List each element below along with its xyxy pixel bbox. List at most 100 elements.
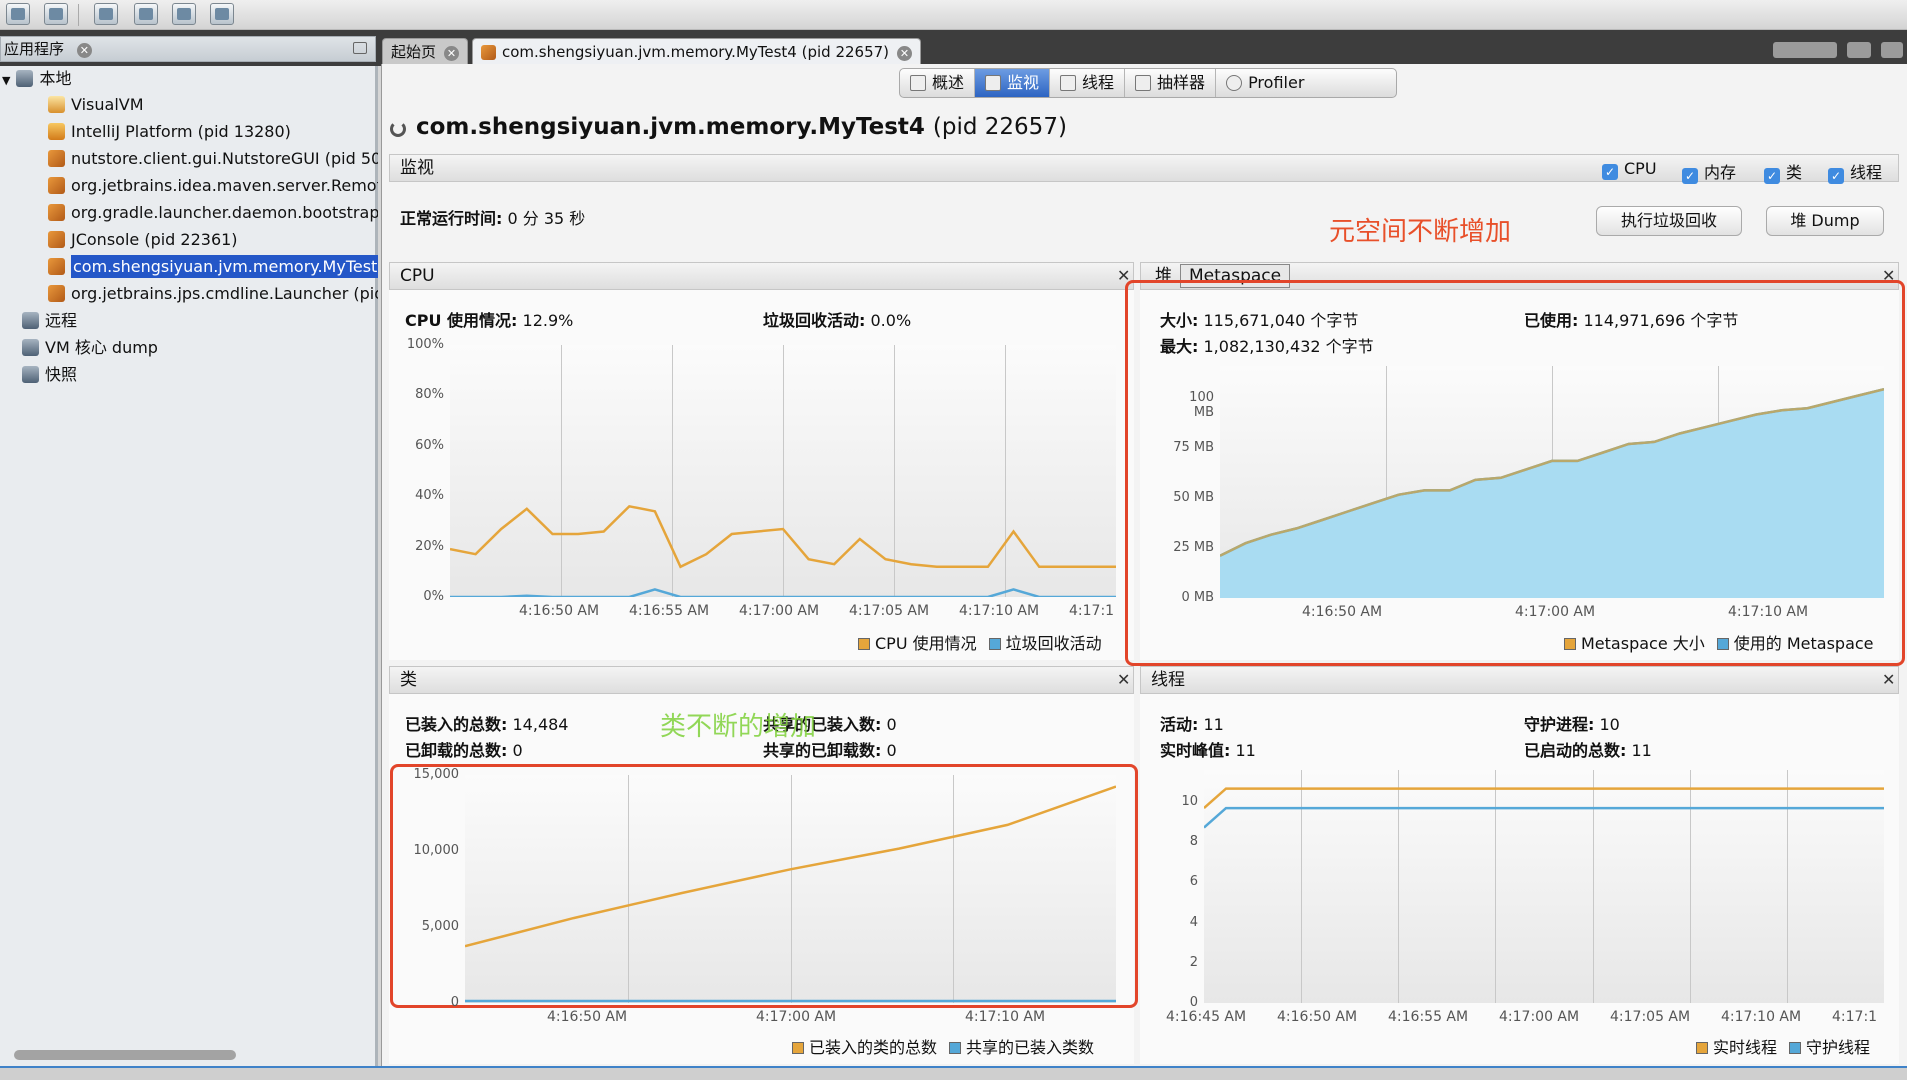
tree-label-selected: com.shengsiyuan.jvm.memory.MyTest4: [71, 255, 378, 278]
y-tick-label: 20%: [415, 538, 444, 554]
subtab-threads[interactable]: 线程: [1050, 69, 1126, 97]
maximize-window-icon[interactable]: [1881, 42, 1903, 58]
tab-list-dropdown[interactable]: [1847, 42, 1871, 58]
subtab-monitor[interactable]: 监视: [975, 69, 1051, 97]
check-icon: ✓: [1602, 164, 1618, 180]
minimize-panel-icon[interactable]: [353, 42, 367, 54]
tab-mytest4[interactable]: com.shengsiyuan.jvm.memory.MyTest4 (pid …: [472, 38, 922, 64]
y-tick-label: 10,000: [413, 843, 460, 858]
open-file-icon[interactable]: [6, 3, 30, 25]
legend-label: 守护线程: [1806, 1038, 1871, 1057]
java-cup-icon: [48, 231, 65, 248]
tree-node-jps-launcher[interactable]: org.jetbrains.jps.cmdline.Launcher (pid: [48, 281, 378, 306]
y-tick-label: 0%: [423, 589, 444, 604]
view-subtabs: 概述 监视 线程 抽样器 Profiler: [899, 68, 1397, 98]
snapshot-icon: [22, 366, 39, 383]
subtab-label: 监视: [1007, 73, 1040, 92]
legend-swatch: [792, 1042, 804, 1054]
uptime-value: 0 分 35 秒: [507, 209, 586, 228]
tree-label: nutstore.client.gui.NutstoreGUI (pid 509: [71, 149, 378, 168]
checkbox-label: 线程: [1850, 163, 1883, 182]
tree-node-intellij[interactable]: IntelliJ Platform (pid 13280): [48, 119, 291, 144]
x-tick-label: 4:17:10 AM: [1721, 1009, 1802, 1025]
close-tab-icon[interactable]: ✕: [444, 46, 460, 61]
y-tick-label: 8: [1189, 834, 1198, 850]
java-cup-icon: [48, 204, 65, 221]
tree-label: org.jetbrains.idea.maven.server.Remot: [71, 176, 378, 195]
close-panel-icon[interactable]: ✕: [76, 43, 92, 58]
perform-gc-button[interactable]: 执行垃圾回收: [1596, 206, 1742, 236]
close-threads-panel-icon[interactable]: ✕: [1882, 670, 1895, 689]
classes-legend: 已装入的类的总数 共享的已装入类数: [780, 1034, 1094, 1058]
tab-scroll-arrows[interactable]: [1773, 42, 1837, 58]
annotation-metaspace: 元空间不断增加: [1329, 217, 1512, 247]
legend-swatch: [1789, 1042, 1802, 1054]
shared-loaded-value: 0: [886, 715, 897, 734]
subtab-overview[interactable]: 概述: [900, 69, 976, 97]
close-classes-panel-icon[interactable]: ✕: [1117, 670, 1130, 689]
x-tick-label: 4:16:50 AM: [519, 603, 600, 619]
threads-icon: [1060, 75, 1077, 91]
tree-node-maven-server[interactable]: org.jetbrains.idea.maven.server.Remot: [48, 173, 378, 198]
started-label: 已启动的总数:: [1524, 741, 1627, 760]
add-remote-host-icon[interactable]: [134, 3, 158, 25]
tab-label: com.shengsiyuan.jvm.memory.MyTest4 (pid …: [502, 43, 890, 61]
tree-label: 快照: [45, 365, 78, 384]
tree-node-jconsole[interactable]: JConsole (pid 22361): [48, 227, 238, 252]
legend-label: CPU 使用情况: [875, 634, 977, 653]
check-icon: ✓: [1764, 168, 1780, 184]
x-tick-label: 4:17:10 AM: [965, 1009, 1046, 1025]
add-snapshot-icon[interactable]: [210, 3, 234, 25]
tree-horizontal-scrollbar[interactable]: [14, 1050, 236, 1060]
gc-activity-value: 0.0%: [870, 311, 912, 330]
tab-start-page[interactable]: 起始页 ✕: [382, 38, 469, 64]
series-line-daemon-threads: [1204, 806, 1884, 829]
tree-node-snapshots[interactable]: 快照: [22, 362, 77, 387]
tree-label: 远程: [45, 311, 78, 330]
heap-dump-button[interactable]: 堆 Dump: [1766, 206, 1884, 236]
y-tick-label: 80%: [415, 387, 444, 403]
x-tick-label: 4:17:05 AM: [849, 603, 930, 619]
panel-title: CPU: [400, 266, 435, 286]
add-core-dump-icon[interactable]: [172, 3, 196, 25]
checkbox-cpu[interactable]: ✓ CPU: [1602, 159, 1657, 180]
add-jmx-connection-icon[interactable]: [94, 3, 118, 25]
checkbox-classes[interactable]: ✓ 类: [1764, 159, 1802, 184]
tree-node-remote[interactable]: 远程: [22, 308, 77, 333]
classes-unloaded: 已卸载的总数: 0: [405, 737, 523, 761]
tree-label: IntelliJ Platform (pid 13280): [71, 122, 291, 141]
peak-label: 实时峰值:: [1160, 741, 1231, 760]
checkbox-threads[interactable]: ✓ 线程: [1828, 159, 1882, 184]
uptime: 正常运行时间: 0 分 35 秒: [400, 205, 585, 229]
y-tick-label: 0: [1189, 995, 1198, 1010]
subtab-label: 线程: [1082, 73, 1115, 92]
tree-node-nutstore[interactable]: nutstore.client.gui.NutstoreGUI (pid 509: [48, 146, 378, 171]
panel-title: 线程: [1151, 670, 1185, 690]
save-icon[interactable]: [44, 3, 68, 25]
x-tick-label: 4:17:05 AM: [1610, 1009, 1691, 1025]
y-tick-label: 2: [1189, 954, 1198, 970]
expand-arrow-icon[interactable]: ▼: [2, 74, 10, 87]
gc-activity-label: 垃圾回收活动:: [763, 311, 866, 330]
sampler-icon: [1135, 75, 1152, 91]
tree-node-visualvm[interactable]: VisualVM: [48, 92, 144, 117]
tree-node-core-dump[interactable]: VM 核心 dump: [22, 335, 158, 360]
checkbox-memory[interactable]: ✓ 内存: [1682, 159, 1736, 184]
legend-swatch: [988, 638, 1001, 650]
main-toolbar: [0, 0, 1907, 30]
tree-node-mytest4[interactable]: com.shengsiyuan.jvm.memory.MyTest4: [48, 254, 378, 279]
subtab-label: 概述: [932, 73, 965, 92]
tree-node-gradle-daemon[interactable]: org.gradle.launcher.daemon.bootstrap.: [48, 200, 378, 225]
cpu-chart: [450, 345, 1116, 597]
x-tick-label: 4:16:50 AM: [1302, 604, 1383, 620]
tree-node-local[interactable]: ▼ 本地: [2, 66, 71, 91]
subtab-profiler[interactable]: Profiler: [1216, 69, 1314, 97]
loaded-label: 已装入的总数:: [405, 715, 508, 734]
x-tick-label: 4:17:10 AM: [1728, 604, 1809, 620]
series-line-cpu-usage: [450, 504, 1116, 569]
close-tab-icon[interactable]: ✕: [897, 46, 913, 61]
status-bar: [0, 1066, 1907, 1080]
subtab-sampler[interactable]: 抽样器: [1125, 69, 1217, 97]
intellij-icon: [48, 123, 65, 140]
x-tick-label: 4:16:55 AM: [629, 603, 710, 619]
